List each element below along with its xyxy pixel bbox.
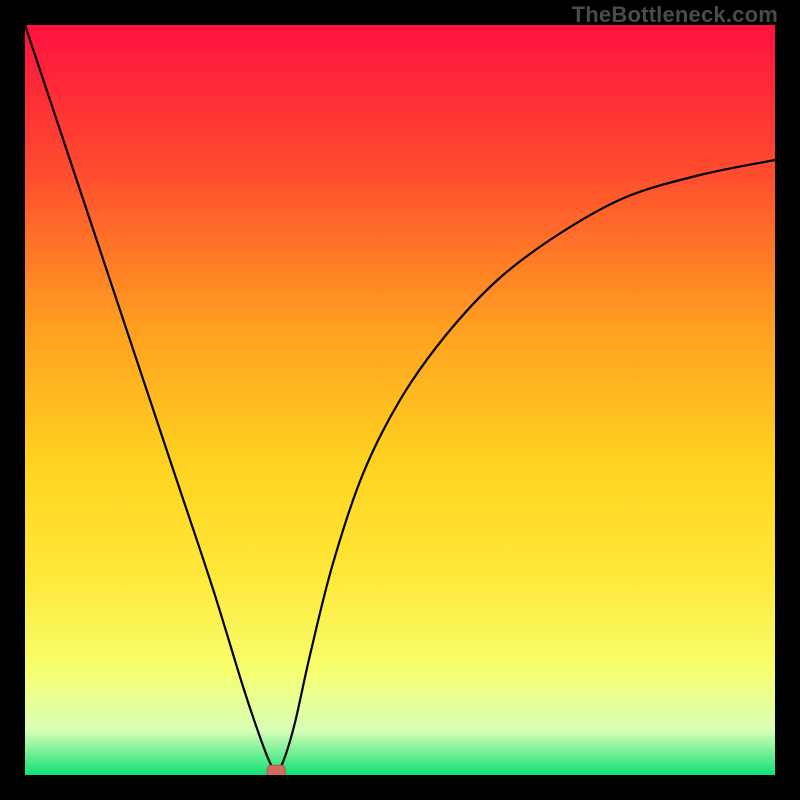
chart-svg bbox=[25, 25, 775, 775]
chart-container: TheBottleneck.com bbox=[0, 0, 800, 800]
plot-frame bbox=[25, 25, 775, 775]
minimum-marker bbox=[267, 765, 285, 775]
